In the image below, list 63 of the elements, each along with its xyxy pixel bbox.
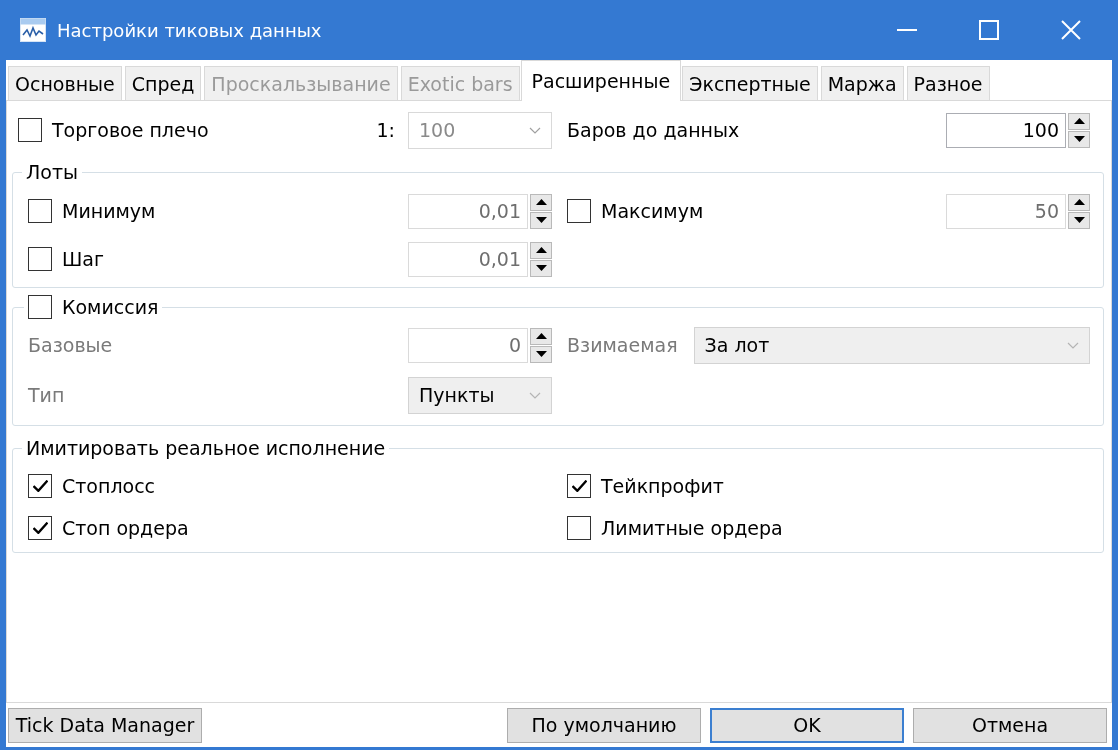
chevron-down-icon [529, 126, 541, 134]
triangle-down-icon [535, 265, 547, 271]
checkbox-label: Комиссия [62, 296, 159, 318]
field-label: Базовые [28, 334, 113, 356]
maximize-icon [979, 20, 999, 40]
chevron-down-icon [529, 391, 541, 399]
dialog-button[interactable]: По умолчанию [507, 707, 701, 743]
spin-up-button[interactable] [530, 193, 552, 211]
tab[interactable]: Экспертные [682, 66, 818, 100]
tab[interactable]: Маржа [820, 66, 904, 100]
checkbox-label: Лимитные ордера [601, 517, 783, 539]
group-title: Имитировать реальное исполнение [26, 437, 386, 459]
triangle-up-icon [535, 247, 547, 253]
checkbox-label: Стоп ордера [62, 517, 189, 539]
spin-down-button[interactable] [530, 211, 552, 229]
triangle-down-icon [1073, 217, 1085, 223]
triangle-up-icon [1073, 199, 1085, 205]
triangle-up-icon [535, 333, 547, 339]
checkbox[interactable] [567, 474, 591, 498]
field-label: Тип [28, 384, 65, 406]
checkmark-icon [571, 480, 587, 492]
tab[interactable]: Основные [8, 66, 122, 100]
checkbox-label: Торговое плечо [52, 119, 209, 141]
spin-up-button[interactable] [530, 327, 552, 345]
triangle-up-icon [535, 199, 547, 205]
spin-up-button[interactable] [530, 241, 552, 259]
dialog-button[interactable]: Отмена [913, 707, 1107, 743]
checkbox-label: Тейкпрофит [601, 475, 724, 497]
field-label: Баров до данных [567, 119, 740, 141]
checkbox-label: Максимум [601, 200, 704, 222]
tab[interactable]: Разное [906, 66, 990, 100]
spin-down-button[interactable] [530, 345, 552, 363]
dialog-button[interactable]: Tick Data Manager [8, 707, 202, 743]
triangle-down-icon [1073, 136, 1085, 142]
checkbox[interactable] [28, 295, 52, 319]
window-title: Настройки тиковых данных [57, 19, 322, 41]
checkmark-icon [32, 480, 48, 492]
checkbox-label: Минимум [62, 200, 156, 222]
window-chart-icon [20, 18, 46, 42]
triangle-up-icon [1073, 118, 1085, 124]
ratio-label: 1: [376, 119, 395, 141]
checkbox-label: Стоплосс [62, 475, 156, 497]
checkbox-label: Шаг [62, 248, 104, 270]
spin-up-button[interactable] [1068, 112, 1090, 130]
tab[interactable]: Расширенные [520, 60, 682, 101]
field-label: Взимаемая [567, 334, 678, 356]
triangle-down-icon [535, 351, 547, 357]
checkbox[interactable] [28, 474, 52, 498]
group-title: Лоты [26, 161, 78, 183]
close-icon [1061, 20, 1081, 40]
number-field[interactable]: 100 [946, 112, 1066, 148]
spin-up-button[interactable] [1068, 193, 1090, 211]
spin-down-button[interactable] [1068, 130, 1090, 148]
spin-down-button[interactable] [530, 259, 552, 277]
spin-down-button[interactable] [1068, 211, 1090, 229]
checkbox[interactable] [28, 516, 52, 540]
checkbox[interactable] [567, 516, 591, 540]
chevron-down-icon [1067, 341, 1079, 349]
checkmark-icon [32, 522, 48, 534]
minimize-icon [897, 29, 917, 31]
dialog-button[interactable]: OK [710, 707, 904, 743]
triangle-down-icon [535, 217, 547, 223]
tab[interactable]: Спред [124, 66, 202, 100]
